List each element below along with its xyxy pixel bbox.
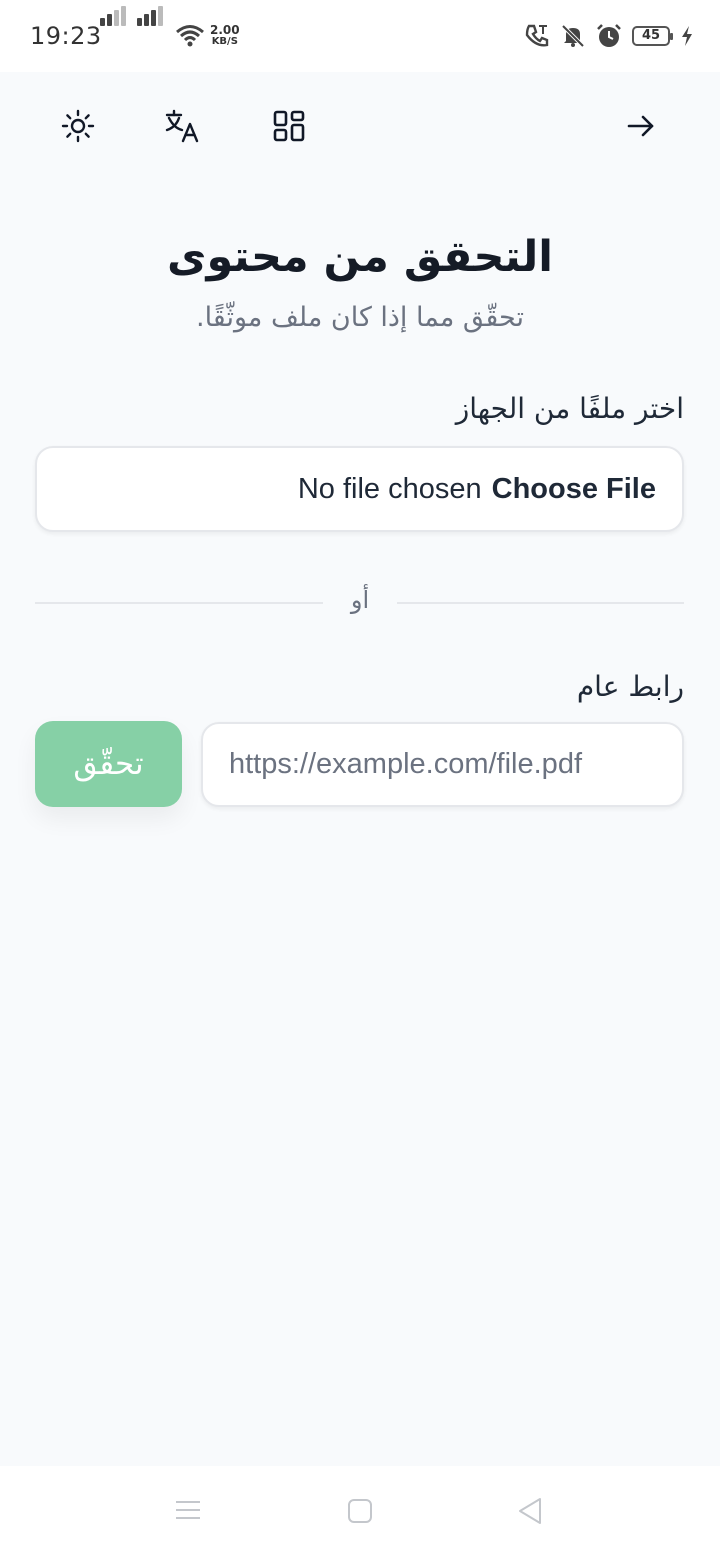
apps-grid-icon [273, 110, 305, 142]
apps-button[interactable] [269, 106, 309, 146]
url-input[interactable] [201, 722, 684, 807]
wifi-icon [176, 25, 204, 47]
call-icon [525, 24, 549, 47]
page-subtitle: تحقّق مما إذا كان ملف موثّقًا. [195, 302, 524, 333]
page-title: التحقق من محتوى [167, 232, 553, 282]
battery-icon: 45 [632, 26, 673, 46]
net-speed: 2.00 KB/S [210, 24, 240, 48]
menu-icon[interactable] [174, 1498, 202, 1522]
divider-text: أو [350, 586, 370, 614]
translate-icon [165, 109, 199, 143]
net-speed-value: 2.00 [210, 23, 240, 37]
status-bar: 19:23 2.00 KB/S 45 [0, 0, 720, 72]
sun-icon [61, 109, 95, 143]
choose-file-button[interactable]: Choose File [492, 473, 656, 506]
back-button[interactable] [621, 106, 661, 146]
url-label: رابط عام [576, 670, 684, 703]
status-time: 19:23 [30, 22, 102, 50]
charging-icon [682, 26, 692, 46]
no-file-text: No file chosen [297, 472, 482, 505]
divider-line-left [35, 602, 323, 604]
divider-line-right [397, 602, 684, 604]
theme-toggle-button[interactable] [58, 106, 98, 146]
status-icons: 45 [524, 22, 694, 50]
net-speed-unit: KB/S [211, 36, 238, 47]
language-button[interactable] [163, 106, 203, 146]
verify-button[interactable]: تحقّق [35, 721, 182, 807]
back-nav-icon[interactable] [516, 1496, 544, 1526]
home-icon[interactable] [347, 1498, 373, 1524]
arrow-right-icon [627, 115, 654, 137]
file-input[interactable]: No file chosen Choose File [35, 446, 684, 532]
nav-bar [0, 1466, 720, 1560]
file-label: اختر ملفًا من الجهاز [455, 392, 684, 425]
alarm-icon [597, 24, 621, 47]
mute-icon [561, 24, 585, 48]
